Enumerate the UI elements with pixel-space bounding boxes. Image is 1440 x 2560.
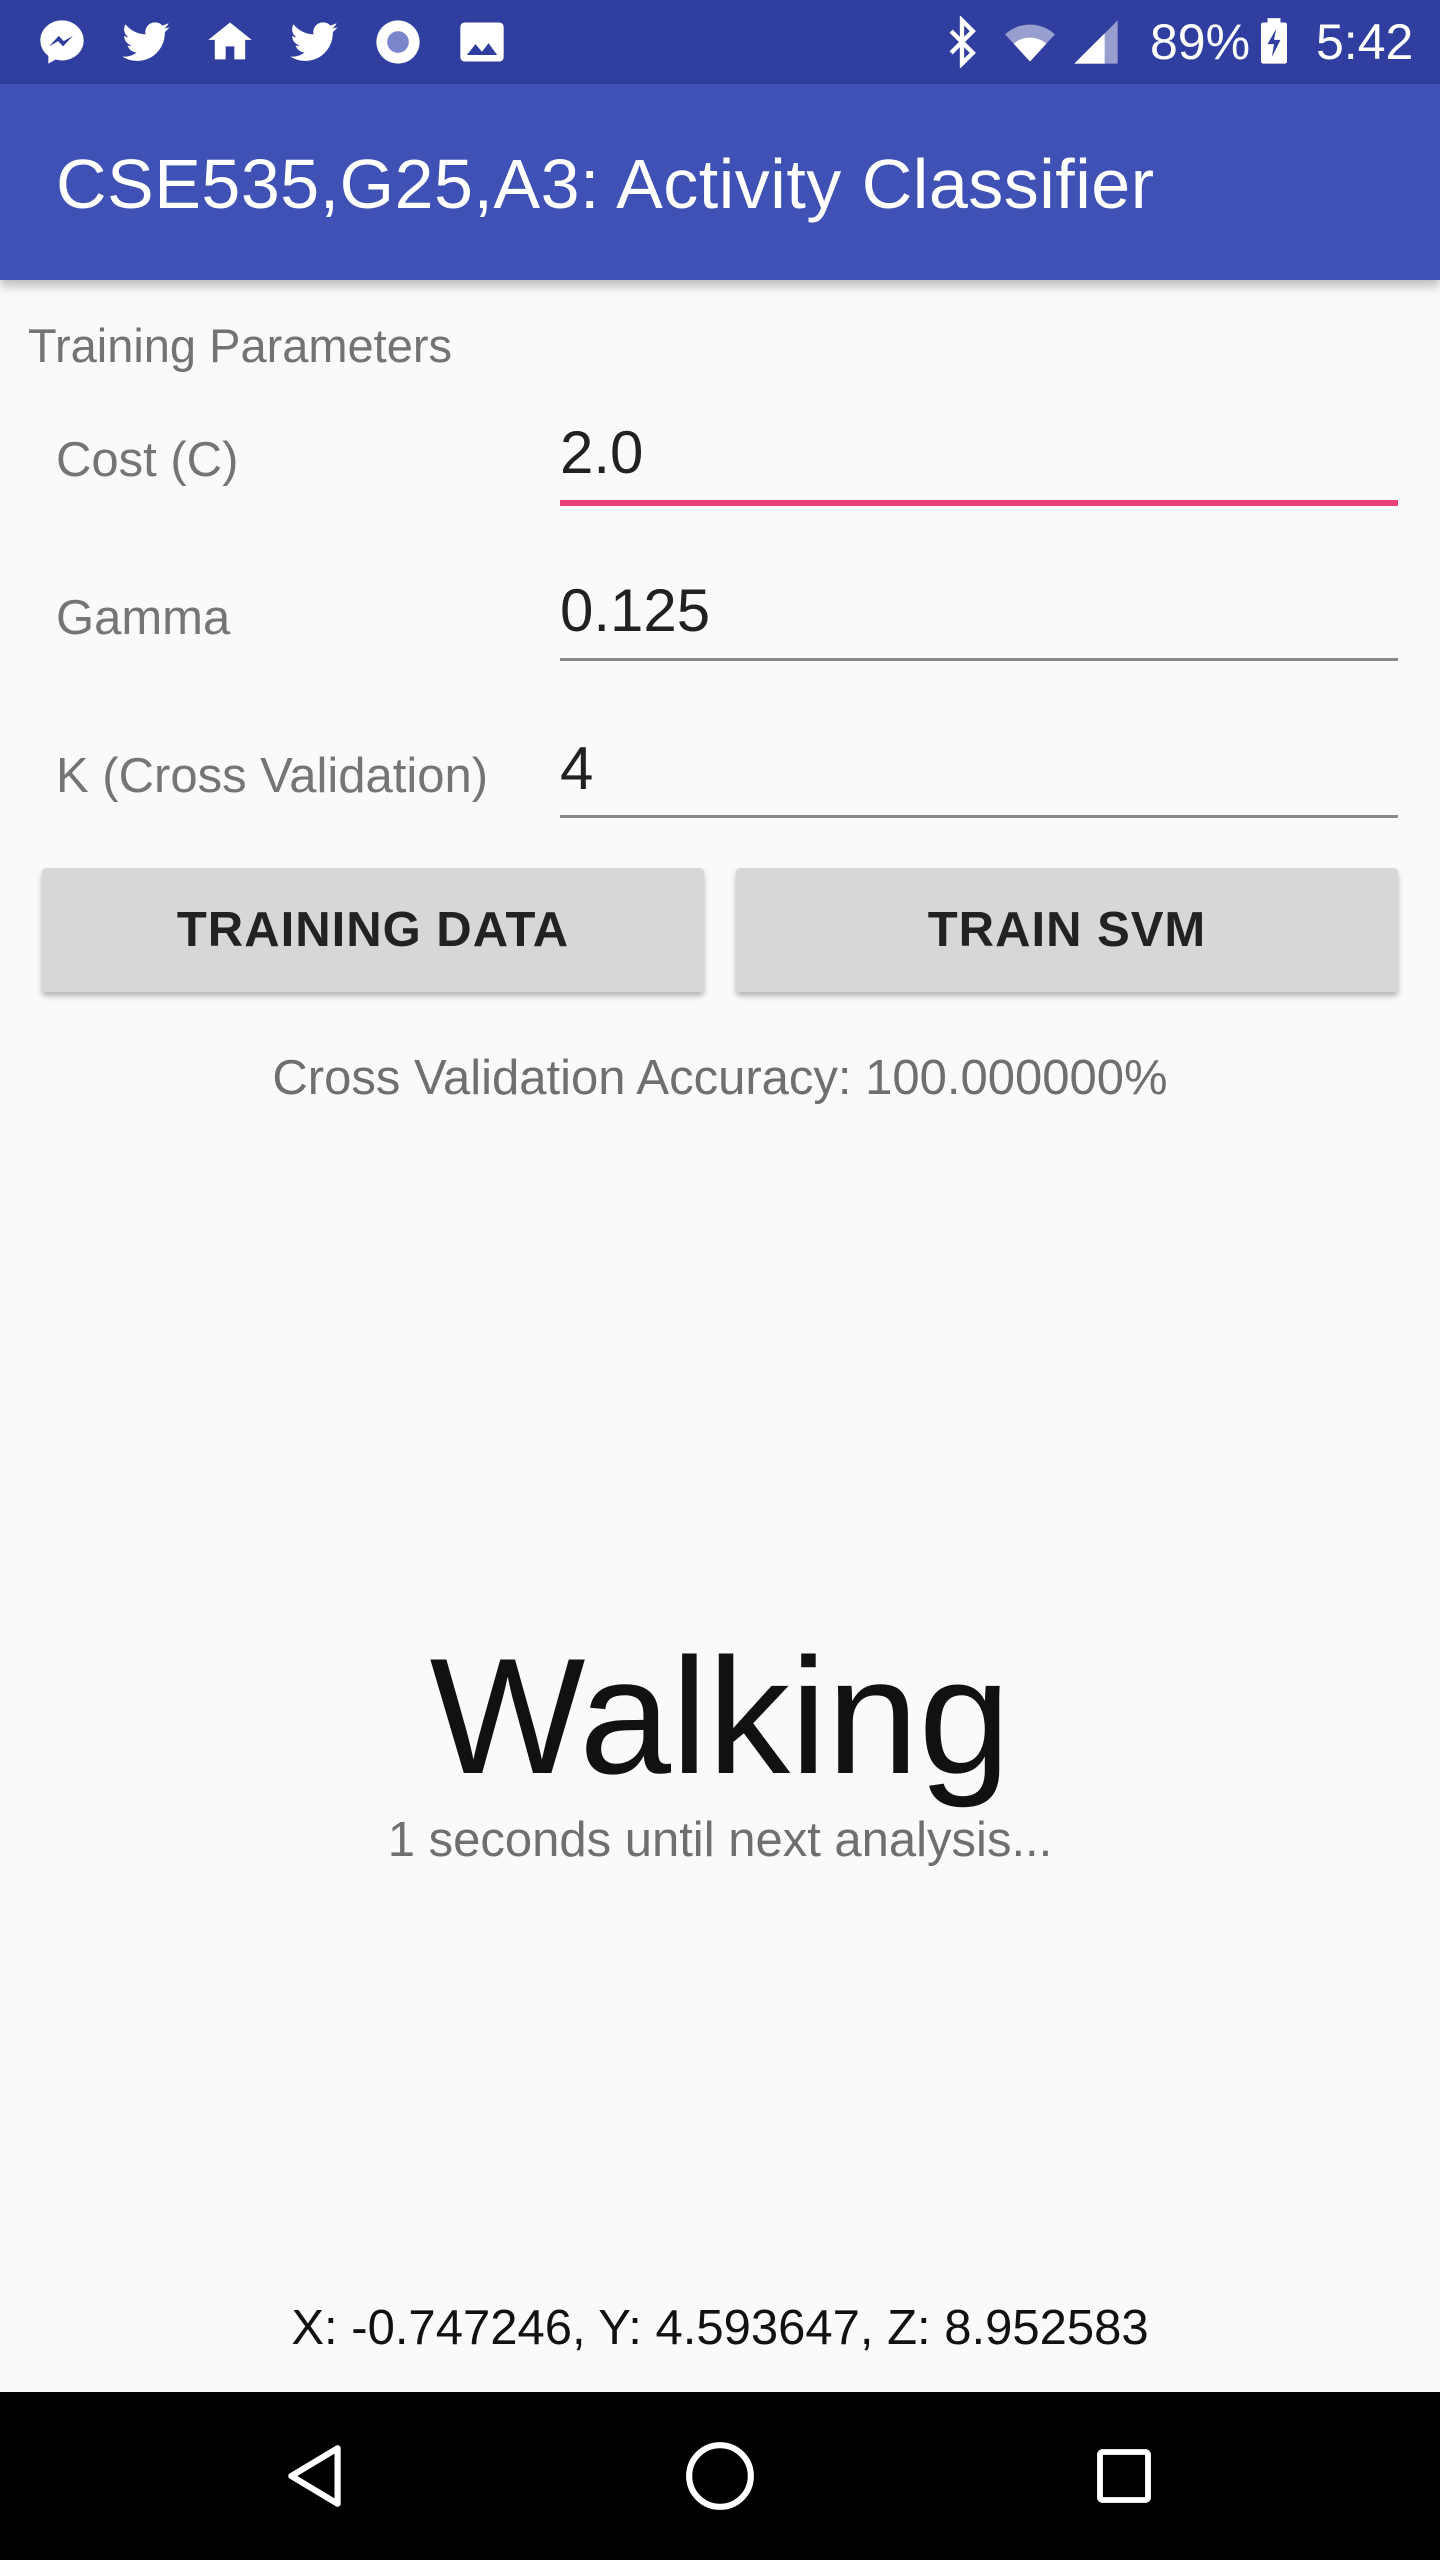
cost-input[interactable]: 2.0: [560, 418, 643, 487]
cell-signal-icon: [1068, 14, 1124, 70]
home-button-icon[interactable]: [670, 2426, 770, 2526]
bluetooth-icon: [934, 14, 990, 70]
countdown-text: 1 seconds until next analysis...: [387, 1813, 1053, 1867]
accuracy-text: Cross Validation Accuracy: 100.000000%: [272, 1051, 1168, 1105]
wifi-icon: [1002, 14, 1058, 70]
gamma-input-underline: [560, 658, 1398, 661]
k-input[interactable]: 4: [560, 734, 593, 803]
training-data-button[interactable]: TRAINING DATA: [42, 868, 704, 992]
sensor-readout: X: -0.747246, Y: 4.593647, Z: 8.952583: [291, 2301, 1149, 2355]
status-bar: 89% 5:42: [0, 0, 1440, 84]
k-input-underline: [560, 815, 1398, 818]
recents-icon[interactable]: [1074, 2426, 1174, 2526]
navigation-bar: [0, 2392, 1440, 2560]
train-svm-button[interactable]: TRAIN SVM: [736, 868, 1398, 992]
twitter-icon: [118, 14, 174, 70]
gamma-label: Gamma: [56, 591, 231, 645]
image-icon: [454, 14, 510, 70]
home-icon: [202, 14, 258, 70]
messenger-icon: [34, 14, 90, 70]
app-bar: CSE535,G25,A3: Activity Classifier: [0, 84, 1440, 280]
gamma-input[interactable]: 0.125: [560, 576, 710, 645]
k-label: K (Cross Validation): [56, 749, 489, 803]
back-icon[interactable]: [266, 2426, 366, 2526]
cost-input-underline: [560, 500, 1398, 506]
training-parameters-heading: Training Parameters: [28, 319, 453, 372]
cost-label: Cost (C): [56, 433, 239, 487]
clock: 5:42: [1316, 14, 1414, 70]
battery-charging-icon: [1246, 14, 1302, 70]
record-icon: [370, 14, 426, 70]
twitter-icon: [286, 14, 342, 70]
activity-label: Walking: [429, 1624, 1011, 1808]
battery-percent: 89%: [1150, 14, 1251, 70]
app-title: CSE535,G25,A3: Activity Classifier: [56, 145, 1155, 223]
